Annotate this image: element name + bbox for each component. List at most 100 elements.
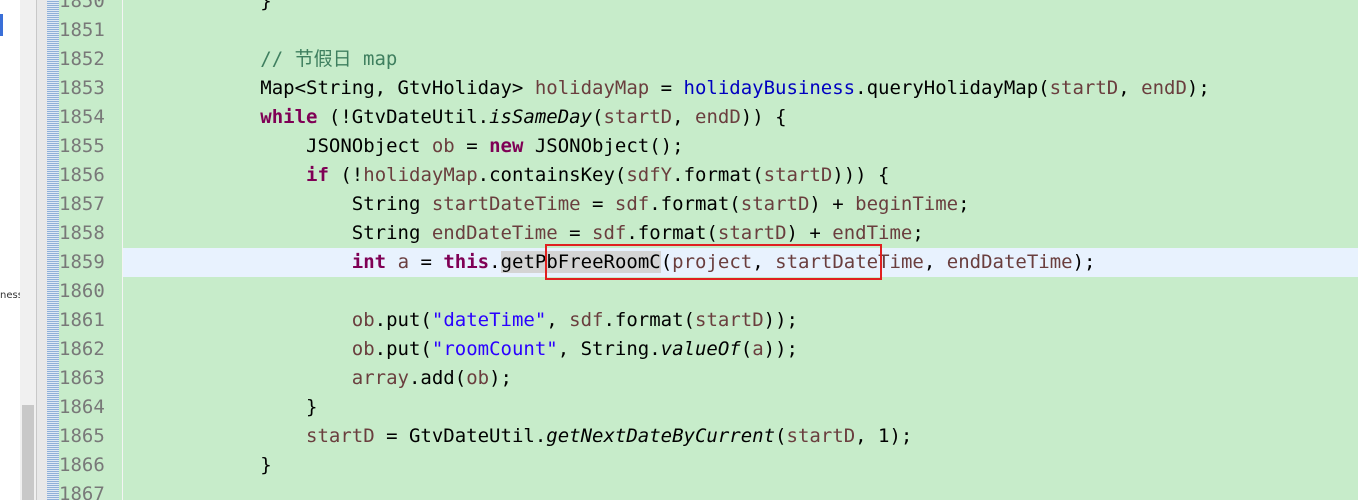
- panel-divider[interactable]: [36, 0, 47, 500]
- code-token: );: [489, 367, 512, 389]
- code-token: (!GtvDateUtil.: [317, 106, 490, 128]
- code-line[interactable]: 1864 }: [59, 393, 1358, 422]
- code-token: getNextDateByCurrent: [546, 425, 776, 447]
- code-token: (!: [328, 164, 364, 186]
- line-number: 1856: [59, 164, 105, 186]
- code-token: endDateTime: [431, 222, 558, 244]
- line-number: 1855: [59, 135, 105, 157]
- code-text[interactable]: [123, 480, 1358, 500]
- code-text[interactable]: Map<String, GtvHoliday> holidayMap = hol…: [123, 74, 1358, 103]
- code-line[interactable]: 1865 startD = GtvDateUtil.getNextDateByC…: [59, 422, 1358, 451]
- code-token: =: [409, 251, 444, 273]
- line-number: 1858: [59, 222, 105, 244]
- code-line[interactable]: 1854 while (!GtvDateUtil.isSameDay(start…: [59, 103, 1358, 132]
- code-line[interactable]: 1860: [59, 277, 1358, 306]
- code-line[interactable]: 1856 if (!holidayMap.containsKey(sdfY.fo…: [59, 161, 1358, 190]
- code-text[interactable]: array.add(ob);: [123, 364, 1358, 393]
- code-text[interactable]: }: [123, 393, 1358, 422]
- side-panel-scrollbar[interactable]: [20, 0, 36, 500]
- code-text[interactable]: if (!holidayMap.containsKey(sdfY.format(…: [123, 161, 1358, 190]
- code-text[interactable]: }: [123, 451, 1358, 480]
- code-token: a: [752, 338, 764, 360]
- code-token: startD: [763, 164, 833, 186]
- line-number: 1854: [59, 106, 105, 128]
- code-token: .format(: [649, 193, 741, 215]
- code-token: JSONObject();: [523, 135, 684, 157]
- side-panel: ness: [0, 0, 36, 500]
- code-line[interactable]: 1852 // 节假日 map: [59, 45, 1358, 74]
- code-line[interactable]: 1851: [59, 16, 1358, 45]
- code-token: ))) {: [832, 164, 890, 186]
- line-number: 1863: [59, 367, 105, 389]
- code-text[interactable]: startD = GtvDateUtil.getNextDateByCurren…: [123, 422, 1358, 451]
- code-token: startD: [695, 309, 764, 331]
- code-token: ob: [351, 309, 375, 331]
- code-text[interactable]: ob.put("roomCount", String.valueOf(a));: [123, 335, 1358, 364]
- code-token: .put(: [374, 338, 432, 360]
- code-token: ob: [431, 135, 455, 157]
- code-line[interactable]: 1855 JSONObject ob = new JSONObject();: [59, 132, 1358, 161]
- code-token: )) {: [740, 106, 787, 128]
- code-token: holidayMap: [534, 77, 650, 99]
- code-text[interactable]: [123, 277, 1358, 306]
- code-token: startD: [740, 193, 810, 215]
- code-token: a: [397, 251, 410, 273]
- code-token: =: [649, 77, 684, 99]
- code-text[interactable]: }: [123, 0, 1358, 16]
- code-token: .add(: [408, 367, 467, 389]
- code-text[interactable]: [123, 16, 1358, 45]
- code-token: isSameDay: [489, 106, 593, 128]
- code-line[interactable]: 1863 array.add(ob);: [59, 364, 1358, 393]
- code-token: startD: [603, 106, 673, 128]
- code-token: (: [775, 425, 787, 447]
- code-text[interactable]: // 节假日 map: [123, 45, 1358, 74]
- line-number: 1850: [59, 0, 105, 12]
- line-number: 1851: [59, 19, 105, 41]
- code-token: ;: [912, 222, 924, 244]
- code-token: ) +: [786, 222, 833, 244]
- code-token: startD: [1049, 77, 1119, 99]
- code-token: .format(: [672, 164, 764, 186]
- code-text[interactable]: while (!GtvDateUtil.isSameDay(startD, en…: [123, 103, 1358, 132]
- code-token: = GtvDateUtil.: [374, 425, 547, 447]
- ide-window: ness 1850 } 1851 1852 // 节假日 map 1853 Map<S…: [0, 0, 1358, 500]
- code-token: (: [592, 106, 604, 128]
- line-number: 1861: [59, 309, 105, 331]
- code-token: =: [580, 193, 615, 215]
- code-text[interactable]: JSONObject ob = new JSONObject();: [123, 132, 1358, 161]
- line-number: 1859: [59, 251, 105, 273]
- code-token: beginTime: [855, 193, 959, 215]
- line-number: 1864: [59, 396, 105, 418]
- code-line[interactable]: 1862 ob.put("roomCount", String.valueOf(…: [59, 335, 1358, 364]
- code-line[interactable]: 1866 }: [59, 451, 1358, 480]
- code-token: holidayMap: [363, 164, 478, 186]
- code-token: ob: [351, 338, 375, 360]
- code-token: endTime: [832, 222, 913, 244]
- code-token: );: [1186, 77, 1210, 99]
- code-line[interactable]: 1867: [59, 480, 1358, 500]
- scrollbar-thumb[interactable]: [22, 405, 34, 500]
- code-token: }: [123, 454, 272, 476]
- code-token: array: [351, 367, 409, 389]
- code-token: String: [123, 193, 432, 215]
- annotation-highlight-box: [545, 244, 882, 280]
- code-line[interactable]: 1853 Map<String, GtvHoliday> holidayMap …: [59, 74, 1358, 103]
- code-token: =: [454, 135, 490, 157]
- code-line[interactable]: 1857 String startDateTime = sdf.format(s…: [59, 190, 1358, 219]
- code-token: endD: [695, 106, 741, 128]
- code-line[interactable]: 1861 ob.put("dateTime", sdf.format(start…: [59, 306, 1358, 335]
- code-token: JSONObject: [123, 135, 432, 157]
- line-number: 1860: [59, 280, 105, 302]
- code-token: ) +: [809, 193, 856, 215]
- code-token: int: [351, 251, 387, 273]
- code-token: );: [1072, 251, 1096, 273]
- code-text[interactable]: ob.put("dateTime", sdf.format(startD));: [123, 306, 1358, 335]
- code-line[interactable]: 1850 }: [59, 0, 1358, 16]
- code-text[interactable]: String startDateTime = sdf.format(startD…: [123, 190, 1358, 219]
- code-token: ,: [1118, 77, 1142, 99]
